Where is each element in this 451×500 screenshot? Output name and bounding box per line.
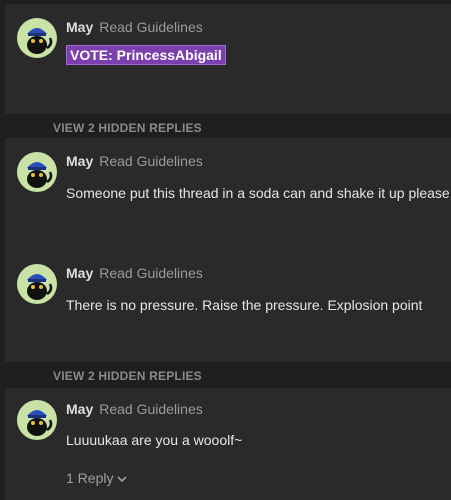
avatar-cat-icon [27,162,53,188]
avatar[interactable] [17,400,57,440]
view-hidden-replies-link[interactable]: VIEW 2 HIDDEN REPLIES [53,121,202,135]
chevron-down-icon [117,476,128,483]
username[interactable]: May [66,401,93,417]
vote-highlight: VOTE: PrincessAbigail [66,45,226,65]
replies-label: 1 Reply [66,470,114,486]
post-meta: May Read Guidelines [66,401,203,417]
avatar[interactable] [17,18,57,58]
post: May Read Guidelines There is no pressure.… [5,250,451,362]
user-title: Read Guidelines [99,19,203,35]
avatar-cat-icon [27,274,53,300]
user-title: Read Guidelines [99,265,203,281]
username[interactable]: May [66,265,93,281]
hidden-replies-bar: VIEW 2 HIDDEN REPLIES [5,362,451,388]
post-body: There is no pressure. Raise the pressure… [66,297,423,313]
username[interactable]: May [66,19,93,35]
user-title: Read Guidelines [99,401,203,417]
avatar[interactable] [17,152,57,192]
user-title: Read Guidelines [99,153,203,169]
post-body: Luuuukaa are you a wooolf~ [66,432,243,448]
post: May Read Guidelines Luuuukaa are you a wo… [5,388,451,500]
post: May Read Guidelines Someone put this thre… [5,138,451,250]
replies-toggle[interactable]: 1 Reply [66,470,128,486]
view-hidden-replies-link[interactable]: VIEW 2 HIDDEN REPLIES [53,369,202,383]
post-body: Someone put this thread in a soda can an… [66,185,450,201]
username[interactable]: May [66,153,93,169]
avatar-cat-icon [27,410,53,436]
post: May Read Guidelines VOTE: PrincessAbigail [5,4,451,114]
avatar[interactable] [17,264,57,304]
hidden-replies-bar: VIEW 2 HIDDEN REPLIES [5,114,451,138]
post-meta: May Read Guidelines [66,265,203,281]
post-body: VOTE: PrincessAbigail [66,45,226,65]
post-meta: May Read Guidelines [66,19,203,35]
post-meta: May Read Guidelines [66,153,203,169]
avatar-cat-icon [27,28,53,54]
